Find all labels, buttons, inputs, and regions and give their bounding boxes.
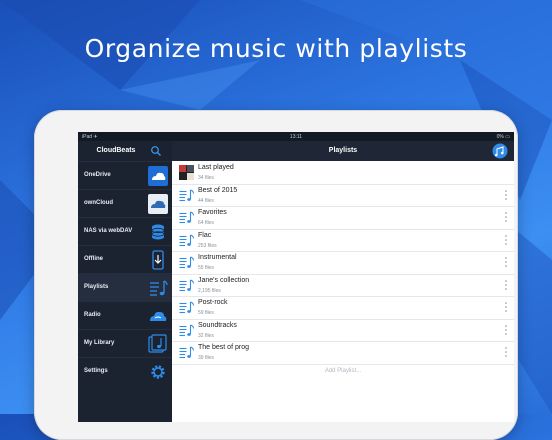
playlist-icon [179, 301, 194, 314]
playlist-title: Last played [198, 164, 234, 171]
sidebar-item-onedrive[interactable]: OneDrive [78, 161, 172, 190]
sidebar-item-radio[interactable]: Radio [78, 301, 172, 330]
owncloud-icon [148, 194, 168, 214]
playlist-title: Jane's collection [198, 276, 250, 284]
more-options-icon[interactable] [505, 279, 507, 290]
playlist-title: Instrumental [198, 254, 237, 261]
headline: Organize music with playlists [84, 34, 468, 63]
playlist-row[interactable]: Jane's collection 2,195 files [172, 274, 514, 297]
page-title: Playlists [328, 147, 358, 154]
sidebar-header: CloudBeats [78, 141, 172, 161]
sidebar-item-owncloud[interactable]: ownCloud [78, 189, 172, 218]
playlist-file-count: 2,195 files [198, 287, 221, 294]
playlist-icon [179, 256, 194, 269]
playlist-file-count: 59 files [198, 310, 214, 316]
playlist-icon [179, 323, 194, 336]
playlist-title: Favorites [198, 209, 227, 216]
status-bar: iPad ✈ 13:11 0% ▭ [78, 132, 514, 141]
onedrive-icon [148, 166, 168, 186]
sidebar-item-label: NAS via webDAV [84, 228, 133, 234]
playlist-row[interactable]: Flac 253 files [172, 229, 514, 252]
add-playlist-icon[interactable] [492, 143, 508, 159]
playlist-file-count: 55 files [198, 265, 214, 271]
sidebar-item-offline[interactable]: Offline [78, 245, 172, 274]
main-panel: Playlists Last played 34 files Best of 2… [172, 141, 514, 422]
add-playlist-button[interactable]: Add Playlist... [172, 368, 514, 374]
playlist-file-count: 34 files [198, 175, 214, 181]
sidebar-item-settings[interactable]: Settings [78, 357, 172, 386]
sidebar-item-label: Playlists [84, 284, 109, 290]
sidebar-item-label: My Library [84, 340, 115, 346]
playlist-file-count: 64 files [198, 220, 214, 226]
album-cover-icon [179, 165, 194, 180]
sidebar-item-my-library[interactable]: My Library [78, 329, 172, 358]
playlist-icon [179, 233, 194, 246]
playlist-row[interactable]: Instrumental 55 files [172, 251, 514, 275]
sidebar-item-label: Radio [84, 312, 101, 318]
more-options-icon[interactable] [505, 324, 507, 335]
radio-cloud-icon [150, 311, 167, 321]
sidebar-item-label: OneDrive [84, 172, 111, 178]
download-device-icon [152, 250, 164, 270]
playlist-title: Post-rock [198, 299, 228, 306]
more-options-icon[interactable] [505, 347, 507, 357]
sidebar-item-label: ownCloud [84, 200, 113, 206]
library-icon [148, 334, 167, 353]
playlist-title: The best of prog [198, 344, 249, 351]
more-options-icon[interactable] [505, 257, 507, 267]
playlist-icon [179, 211, 194, 224]
playlist-file-count: 44 files [198, 197, 214, 204]
nav-bar: Playlists [172, 141, 514, 161]
search-icon[interactable] [150, 145, 162, 157]
sidebar: CloudBeats OneDrive ownCloud NAS via web… [78, 141, 172, 422]
app-screen: iPad ✈ 13:11 0% ▭ CloudBeats OneDrive ow… [78, 132, 514, 422]
more-options-icon[interactable] [505, 189, 507, 200]
database-icon [151, 224, 165, 240]
playlist-icon [179, 188, 194, 201]
more-options-icon[interactable] [505, 234, 507, 245]
sidebar-item-nas[interactable]: NAS via webDAV [78, 217, 172, 246]
playlist-file-count: 39 files [198, 355, 214, 361]
status-time: 13:11 [289, 134, 303, 140]
sidebar-item-label: Offline [84, 256, 103, 262]
playlist-row[interactable]: The best of prog 39 files [172, 341, 514, 365]
playlist-file-count: 32 files [198, 332, 214, 339]
playlist-title: Flac [198, 231, 212, 239]
more-options-icon[interactable] [505, 212, 507, 222]
playlist-row[interactable]: Last played 34 files [172, 161, 514, 185]
playlist-title: Best of 2015 [198, 186, 238, 194]
app-title: CloudBeats [96, 147, 136, 154]
playlist-icon [179, 278, 194, 291]
playlist-row[interactable]: Favorites 64 files [172, 206, 514, 230]
playlist-row[interactable]: Best of 2015 44 files [172, 184, 514, 207]
playlist-icon [150, 280, 168, 296]
playlist-file-count: 253 files [198, 242, 217, 249]
gear-icon [151, 365, 165, 379]
status-battery: 0% ▭ [496, 134, 510, 140]
playlist-row[interactable]: Soundtracks 32 files [172, 319, 514, 342]
sidebar-item-playlists[interactable]: Playlists [78, 273, 172, 302]
sidebar-item-label: Settings [84, 368, 108, 374]
more-options-icon[interactable] [505, 302, 507, 312]
playlist-icon [179, 346, 194, 359]
playlist-title: Soundtracks [198, 321, 237, 329]
playlist-row[interactable]: Post-rock 59 files [172, 296, 514, 320]
